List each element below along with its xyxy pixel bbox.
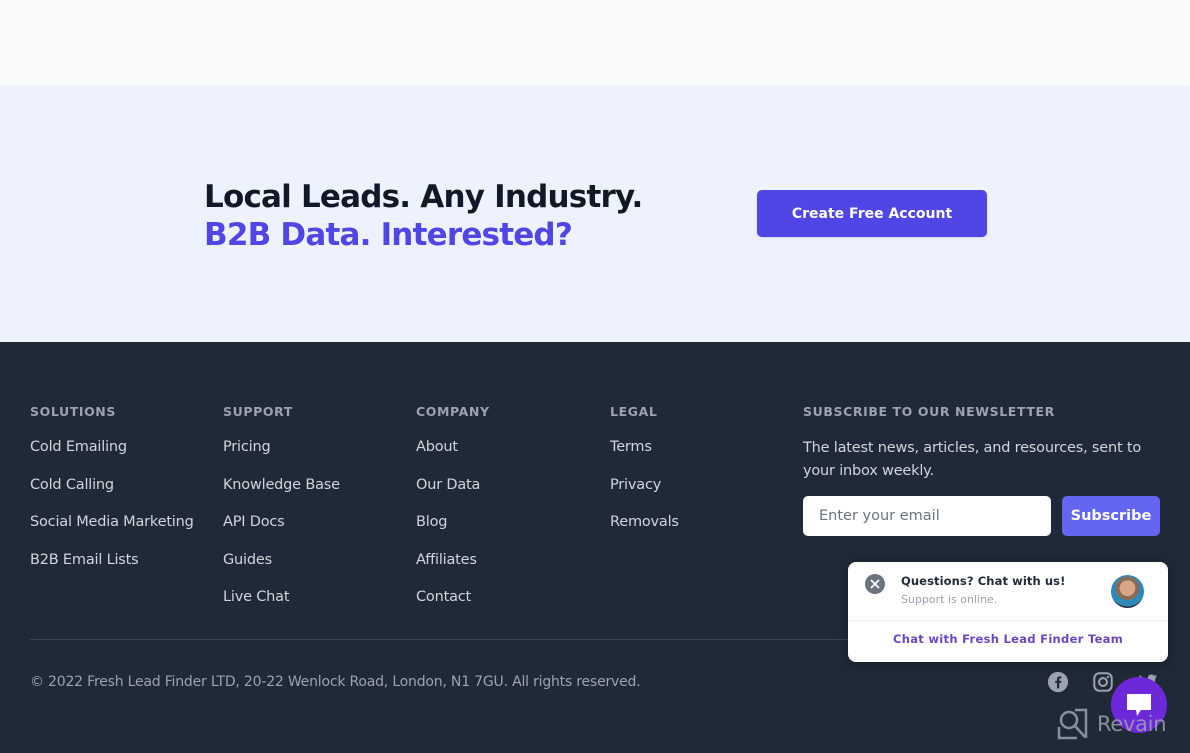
footer: Solutions Cold Emailing Cold Calling Soc… bbox=[0, 342, 1190, 753]
footer-column-company: Company About Our Data Blog Affiliates C… bbox=[416, 404, 490, 625]
footer-link-our-data[interactable]: Our Data bbox=[416, 477, 480, 493]
footer-link-live-chat[interactable]: Live Chat bbox=[223, 589, 290, 605]
chat-with-team-link[interactable]: Chat with Fresh Lead Finder Team bbox=[848, 632, 1168, 646]
footer-column-solutions: Solutions Cold Emailing Cold Calling Soc… bbox=[30, 404, 194, 587]
newsletter-heading: Subscribe to our newsletter bbox=[803, 404, 1055, 419]
chat-status: Support is online. bbox=[901, 593, 998, 606]
footer-link-cold-calling[interactable]: Cold Calling bbox=[30, 477, 114, 493]
chat-divider bbox=[848, 620, 1168, 621]
subscribe-button[interactable]: Subscribe bbox=[1062, 496, 1160, 536]
top-section bbox=[0, 0, 1190, 86]
copyright-text: © 2022 Fresh Lead Finder LTD, 20-22 Wenl… bbox=[30, 674, 641, 690]
chat-close-button[interactable] bbox=[865, 574, 885, 594]
footer-link-removals[interactable]: Removals bbox=[610, 514, 679, 530]
footer-link-terms[interactable]: Terms bbox=[610, 439, 652, 455]
footer-heading-company: Company bbox=[416, 404, 490, 419]
footer-heading-legal: Legal bbox=[610, 404, 658, 419]
newsletter-email-input[interactable] bbox=[803, 496, 1051, 536]
instagram-icon bbox=[1093, 672, 1113, 692]
footer-link-contact[interactable]: Contact bbox=[416, 589, 471, 605]
support-agent-avatar bbox=[1111, 575, 1144, 608]
footer-link-about[interactable]: About bbox=[416, 439, 458, 455]
newsletter-description: The latest news, articles, and resources… bbox=[803, 440, 1142, 479]
footer-heading-support: Support bbox=[223, 404, 293, 419]
newsletter-section: Subscribe to our newsletter The latest n… bbox=[803, 404, 1163, 536]
cta-heading: Local Leads. Any Industry. B2B Data. Int… bbox=[204, 178, 643, 254]
footer-link-privacy[interactable]: Privacy bbox=[610, 477, 661, 493]
footer-link-b2b-email-lists[interactable]: B2B Email Lists bbox=[30, 552, 139, 568]
footer-link-affiliates[interactable]: Affiliates bbox=[416, 552, 477, 568]
create-free-account-button[interactable]: Create Free Account bbox=[757, 190, 987, 237]
footer-column-support: Support Pricing Knowledge Base API Docs … bbox=[223, 404, 340, 625]
revain-watermark-text: Revain bbox=[1097, 712, 1167, 736]
revain-watermark: Revain bbox=[1055, 707, 1167, 741]
footer-link-blog[interactable]: Blog bbox=[416, 514, 447, 530]
revain-logo-icon bbox=[1057, 708, 1088, 740]
instagram-link[interactable] bbox=[1092, 671, 1114, 693]
footer-link-cold-emailing[interactable]: Cold Emailing bbox=[30, 439, 127, 455]
footer-link-api-docs[interactable]: API Docs bbox=[223, 514, 285, 530]
chat-title: Questions? Chat with us! bbox=[901, 574, 1066, 588]
footer-link-pricing[interactable]: Pricing bbox=[223, 439, 271, 455]
footer-link-social-media-marketing[interactable]: Social Media Marketing bbox=[30, 514, 194, 530]
close-icon bbox=[870, 579, 880, 589]
footer-link-guides[interactable]: Guides bbox=[223, 552, 272, 568]
facebook-link[interactable] bbox=[1047, 671, 1069, 693]
footer-link-knowledge-base[interactable]: Knowledge Base bbox=[223, 477, 340, 493]
facebook-icon bbox=[1047, 671, 1069, 693]
newsletter-form: Subscribe bbox=[803, 496, 1163, 536]
cta-heading-line1: Local Leads. Any Industry. bbox=[204, 179, 643, 215]
chat-widget: Questions? Chat with us! Support is onli… bbox=[848, 562, 1168, 662]
cta-heading-line2: B2B Data. Interested? bbox=[204, 217, 573, 253]
footer-column-legal: Legal Terms Privacy Removals bbox=[610, 404, 679, 550]
footer-heading-solutions: Solutions bbox=[30, 404, 116, 419]
